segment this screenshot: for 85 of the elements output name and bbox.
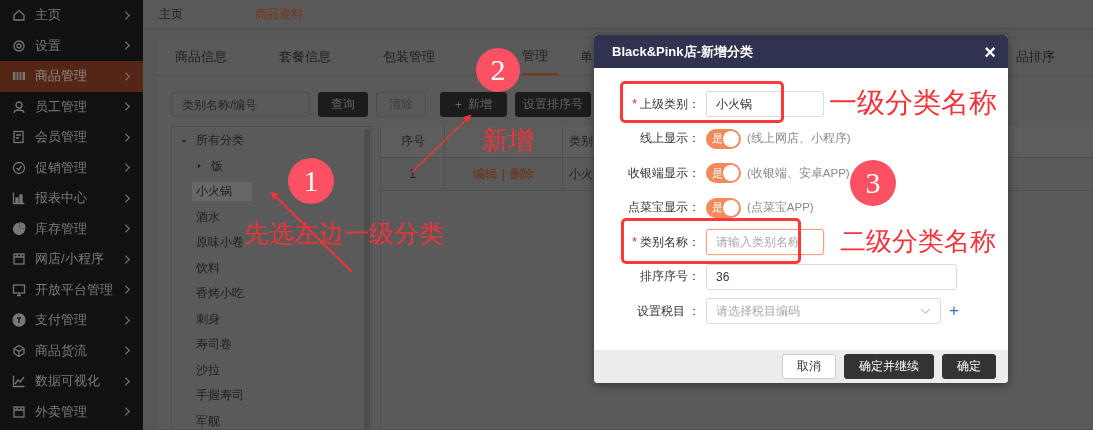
gear-icon <box>12 38 26 53</box>
field-label: 排序序号： <box>640 268 700 286</box>
caret-icon[interactable] <box>181 137 187 144</box>
monitor-icon <box>12 282 26 297</box>
field-label: 上级类别： <box>640 95 700 113</box>
document-icon <box>12 130 26 145</box>
chevron-right-icon <box>124 223 131 235</box>
cube-icon <box>12 343 26 358</box>
required-mark: * <box>632 97 637 112</box>
check-circle-icon <box>12 160 26 175</box>
sidebar-item[interactable]: 设置 <box>0 30 143 61</box>
chevron-right-icon <box>124 131 131 143</box>
sidebar-item[interactable]: 网店/小程序 <box>0 244 143 275</box>
field-label: 线上显示： <box>640 130 700 148</box>
chevron-down-icon <box>920 307 931 315</box>
required-mark: * <box>632 235 637 250</box>
toggle-switch[interactable]: 是 <box>706 163 741 184</box>
tree-item[interactable]: 饭 <box>207 156 227 176</box>
chevron-right-icon <box>124 9 131 21</box>
caret-icon[interactable] <box>196 163 202 170</box>
toolbar-button[interactable]: 设置排序号 <box>515 92 591 117</box>
separator: | <box>501 167 506 181</box>
hint-text: (点菜宝APP) <box>747 200 814 216</box>
confirm-button[interactable]: 确定并继续 <box>844 354 934 379</box>
cancel-button[interactable]: 取消 <box>782 354 836 379</box>
input-field[interactable]: 小火锅 <box>706 91 824 118</box>
pie-chart-icon <box>12 221 26 236</box>
sidebar-item[interactable]: 主页 <box>0 0 143 31</box>
sidebar-item[interactable]: 员工管理 <box>0 91 143 122</box>
chevron-right-icon <box>124 345 131 357</box>
close-button[interactable]: × <box>984 41 996 62</box>
field-label: 类别名称： <box>640 233 700 251</box>
chevron-right-icon <box>124 375 131 387</box>
sidebar-item[interactable]: 数据可视化 <box>0 366 143 397</box>
chevron-right-icon <box>124 101 131 113</box>
toggle-switch[interactable]: 是 <box>706 197 741 218</box>
chevron-right-icon <box>124 253 131 265</box>
storefront-icon <box>12 404 26 419</box>
tree-item[interactable]: 饮料 <box>192 258 224 278</box>
sidebar-item[interactable]: 开放平台管理 <box>0 274 143 305</box>
chevron-right-icon <box>124 406 131 418</box>
coin-icon <box>12 313 26 328</box>
chevron-right-icon <box>124 70 131 82</box>
home-icon <box>12 8 26 23</box>
person-icon <box>12 99 26 114</box>
annotation-text: 二级分类名称 <box>840 227 996 256</box>
chevron-right-icon <box>124 314 131 326</box>
chevron-right-icon <box>124 284 131 296</box>
input-field[interactable]: 36 <box>706 263 957 290</box>
sidebar-item[interactable]: 商品货流 <box>0 335 143 366</box>
confirm-button[interactable]: 确定 <box>942 354 996 379</box>
hint-text: (收银端、安卓APP) <box>747 165 850 181</box>
chevron-right-icon <box>124 40 131 52</box>
tree-item[interactable]: 军舰 <box>192 411 224 430</box>
select-field[interactable]: 请选择税目编码 <box>706 298 941 325</box>
line-chart-icon <box>12 374 26 389</box>
hint-text: (线上网店、小程序) <box>747 131 851 147</box>
annotation-text: 一级分类名称 <box>829 88 997 119</box>
toolbar-button[interactable]: 查询 <box>318 92 368 117</box>
sidebar-item[interactable]: 促销管理 <box>0 152 143 183</box>
chevron-right-icon <box>124 192 131 204</box>
field-label: 收银端显示： <box>628 164 700 182</box>
annotation-text: 新增 <box>482 126 534 155</box>
tab[interactable]: 单 <box>558 39 593 75</box>
bar-chart-icon <box>12 191 26 206</box>
toggle-switch[interactable]: 是 <box>706 128 741 149</box>
storefront-icon <box>12 252 26 267</box>
sidebar-item[interactable]: 外卖管理 <box>0 396 143 427</box>
tab[interactable]: 套餐信息 <box>253 39 357 75</box>
field-label: 点菜宝显示： <box>628 199 700 217</box>
tree-item[interactable]: 刺身 <box>192 309 224 329</box>
sidebar-item[interactable]: 会员管理 <box>0 122 143 153</box>
add-button[interactable]: + 新增 <box>440 92 507 117</box>
sidebar-item[interactable]: 商品管理 <box>0 61 143 92</box>
tree-item[interactable]: 小火锅 <box>192 182 252 202</box>
field-label: 设置税目 ： <box>636 302 700 320</box>
sidebar-item[interactable]: 报表中心 <box>0 183 143 214</box>
add-button[interactable]: + <box>949 301 959 322</box>
action-link[interactable]: 删除 <box>510 165 535 183</box>
chevron-right-icon <box>124 162 131 174</box>
sidebar-item[interactable]: 支付管理 <box>0 305 143 336</box>
breadcrumb-link[interactable]: 商品资料 <box>255 5 303 23</box>
dialog-title: Black&Pink店-新增分类 <box>612 42 753 61</box>
action-link[interactable]: 编辑 <box>472 165 497 183</box>
sidebar-item[interactable]: 库存管理 <box>0 213 143 244</box>
